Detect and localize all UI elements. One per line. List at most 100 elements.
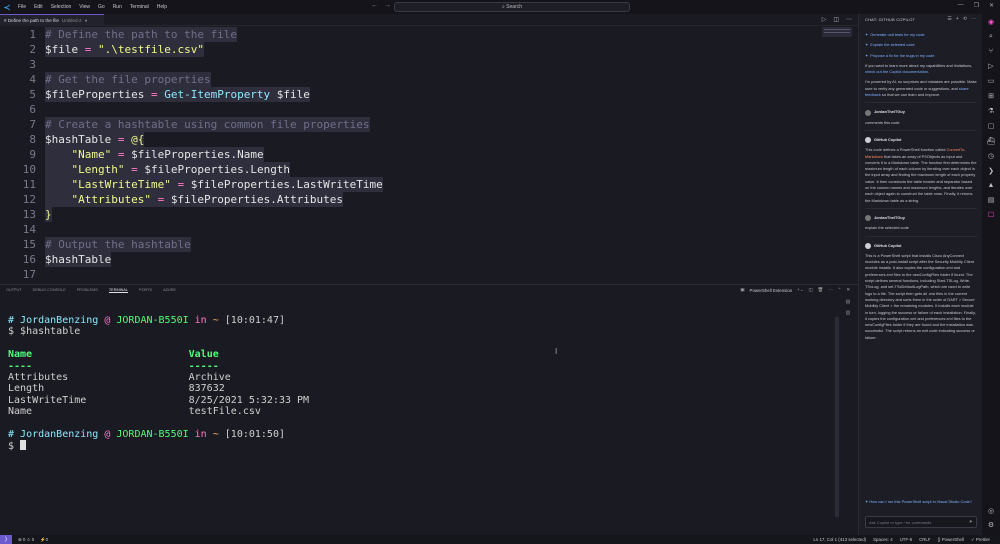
copilot-icon[interactable]: ◉ <box>988 18 994 26</box>
user-message-header: JordanTheITGuy <box>865 109 977 116</box>
suggestion-fix[interactable]: ✦ Propose a fix for the bugs in my code <box>865 53 977 59</box>
menu-item-help[interactable]: Help <box>153 4 171 10</box>
code-line[interactable]: 17 <box>0 267 820 282</box>
split-terminal-icon[interactable]: ◫ <box>809 287 813 293</box>
status-item[interactable]: CRLF <box>919 537 930 543</box>
account-icon[interactable]: ◎ <box>988 507 994 515</box>
tab-problems[interactable]: PROBLEMS <box>77 288 98 293</box>
followup-suggestion[interactable]: ✦ How can I run this PowerShell script i… <box>865 499 977 505</box>
powershell-icon[interactable]: ❯ <box>988 167 994 175</box>
close-icon[interactable]: ✕ <box>989 2 994 9</box>
menu-item-view[interactable]: View <box>75 4 94 10</box>
new-chat-icon[interactable]: + <box>956 16 959 22</box>
line-code: "Attributes" = $fileProperties.Attribute… <box>45 192 344 207</box>
status-item[interactable]: Ln 17, Col 1 (413 selected) <box>813 537 866 543</box>
run-debug-icon[interactable]: ▷ <box>988 62 993 70</box>
search-icon[interactable]: ⌕ <box>989 33 993 41</box>
activity-bar: ◉ ⌕ ⑂ ▷ ▭ ⊞ ⚗ ▢ ⛴ ◷ ❯ ▲ ▤ ☐ ◎ ⚙ <box>982 14 1000 535</box>
new-terminal-icon[interactable]: +⌄ <box>797 287 803 293</box>
problems-count[interactable]: ⊗ 0 ⚠ 0 <box>18 537 34 543</box>
code-line[interactable]: 13} <box>0 207 820 222</box>
menu-item-run[interactable]: Run <box>109 4 126 10</box>
code-line[interactable]: 2 $file = ".\testfile.csv" <box>0 42 820 57</box>
code-line[interactable]: 9 "Name" = $fileProperties.Name <box>0 147 820 162</box>
code-editor[interactable]: 1 # Define the path to the file 2 $file = "… <box>0 27 858 283</box>
code-line[interactable]: 10 "Length" = $fileProperties.Length <box>0 162 820 177</box>
terminal-name[interactable]: PowerShell Extension <box>750 288 793 293</box>
code-line[interactable]: 12 "Attributes" = $fileProperties.Attrib… <box>0 192 820 207</box>
status-item[interactable]: {} PowerShell <box>938 537 964 543</box>
ports-count[interactable]: ⚡0 <box>40 537 48 543</box>
copilot-docs-link[interactable]: check out the Copilot documentation <box>865 69 928 74</box>
code-line[interactable]: 8 $hashTable = @{ <box>0 132 820 147</box>
trash-icon[interactable]: 🗑 <box>818 287 824 293</box>
menu-item-terminal[interactable]: Terminal <box>126 4 153 10</box>
code-line[interactable]: 15 # Output the hashtable <box>0 237 820 252</box>
menu-item-selection[interactable]: Selection <box>47 4 76 10</box>
accounts-list-icon[interactable]: ▤ <box>988 196 995 204</box>
tab-azure[interactable]: AZURE <box>163 288 176 293</box>
chat-input[interactable]: Ask Copilot or type / for commands ➤ <box>865 516 977 528</box>
terminal-scrollbar[interactable] <box>835 317 839 517</box>
code-line[interactable]: 16 $hashTable <box>0 252 820 267</box>
status-item[interactable]: ✓ Prettier <box>971 537 990 543</box>
close-panel-icon[interactable]: ✕ <box>846 287 850 293</box>
source-control-icon[interactable]: ⑂ <box>989 48 993 55</box>
code-line[interactable]: 3 <box>0 57 820 72</box>
docker-icon[interactable]: ⛴ <box>987 137 996 145</box>
code-line[interactable]: 14 <box>0 222 820 237</box>
list-icon[interactable]: ☰ <box>947 16 951 22</box>
terminal-split-icon[interactable]: ▤ <box>846 299 851 305</box>
run-icon[interactable]: ▷ <box>822 16 827 23</box>
gear-icon[interactable]: ⚙ <box>988 521 994 529</box>
suggestion-explain[interactable]: ✦ Explain the selected code <box>865 42 977 48</box>
code-line[interactable]: 7 # Create a hashtable using common file … <box>0 117 820 132</box>
minimize-icon[interactable]: — <box>958 2 964 9</box>
status-item[interactable]: Spaces: 4 <box>873 537 893 543</box>
status-item[interactable]: UTF-8 <box>900 537 912 543</box>
code-line[interactable]: 6 <box>0 102 820 117</box>
menu-item-edit[interactable]: Edit <box>30 4 47 10</box>
more-actions-icon[interactable]: ⋯ <box>846 16 852 23</box>
tab-ports[interactable]: PORTS <box>139 288 152 293</box>
testing-icon[interactable]: ⚗ <box>988 107 994 115</box>
line-number: 15 <box>22 238 36 251</box>
line-number: 1 <box>29 28 36 41</box>
chevron-up-icon[interactable]: ⌃ <box>838 287 842 293</box>
line-code: # Create a hashtable using common file p… <box>45 117 370 132</box>
maximize-icon[interactable]: ❐ <box>974 2 979 9</box>
terminal-list-icon[interactable]: ▥ <box>846 310 851 316</box>
extensions-icon[interactable]: ⊞ <box>988 92 994 100</box>
user-message-2: explain the selected code <box>865 225 909 231</box>
send-icon[interactable]: ➤ <box>969 519 973 525</box>
tab-output[interactable]: OUTPUT <box>6 288 22 293</box>
code-line[interactable]: 4 # Get the file properties <box>0 72 820 87</box>
tab-dirty-dot-icon[interactable]: ● <box>85 18 88 23</box>
remote-icon[interactable]: ▭ <box>988 77 995 85</box>
split-editor-icon[interactable]: ◫ <box>833 16 839 23</box>
code-line[interactable]: 5 $fileProperties = Get-ItemProperty $fil… <box>0 87 820 102</box>
more-icon[interactable]: ⋯ <box>971 16 976 22</box>
remote-indicator-icon[interactable]: ⟩ <box>0 535 12 544</box>
menu-item-go[interactable]: Go <box>94 4 109 10</box>
explorer-icon[interactable]: ▢ <box>988 122 995 130</box>
timeline-icon[interactable]: ◷ <box>988 152 994 160</box>
code-line[interactable]: 11 "LastWriteTime" = $fileProperties.Las… <box>0 177 820 192</box>
command-center-search[interactable]: ⌕ Search <box>394 2 630 12</box>
tab-debug-console[interactable]: DEBUG CONSOLE <box>33 288 66 293</box>
line-code: "Name" = $fileProperties.Name <box>45 147 264 162</box>
chat-icon[interactable]: ☐ <box>988 211 994 219</box>
row-name: Attributes <box>8 372 69 384</box>
tab-terminal[interactable]: TERMINAL <box>108 288 129 293</box>
suggestion-unit-tests[interactable]: ✦ Generate unit tests for my code <box>865 32 977 38</box>
history-icon[interactable]: ⟲ <box>963 16 967 22</box>
editor-tab-active[interactable]: # Define the path to the file Untitled-2… <box>0 14 104 26</box>
window-controls: — ❐ ✕ <box>958 2 994 9</box>
menu-item-file[interactable]: File <box>14 4 30 10</box>
code-line[interactable]: 1 # Define the path to the file <box>0 27 820 42</box>
more-icon[interactable]: ⋯ <box>828 287 832 293</box>
azure-icon[interactable]: ▲ <box>988 182 995 189</box>
minimap[interactable] <box>822 27 852 37</box>
terminal-output[interactable]: # JordanBenzing @ JORDAN-B550I in ~ [10:… <box>8 315 309 453</box>
menu-bar: File Edit Selection View Go Run Terminal Help <box>14 4 171 10</box>
